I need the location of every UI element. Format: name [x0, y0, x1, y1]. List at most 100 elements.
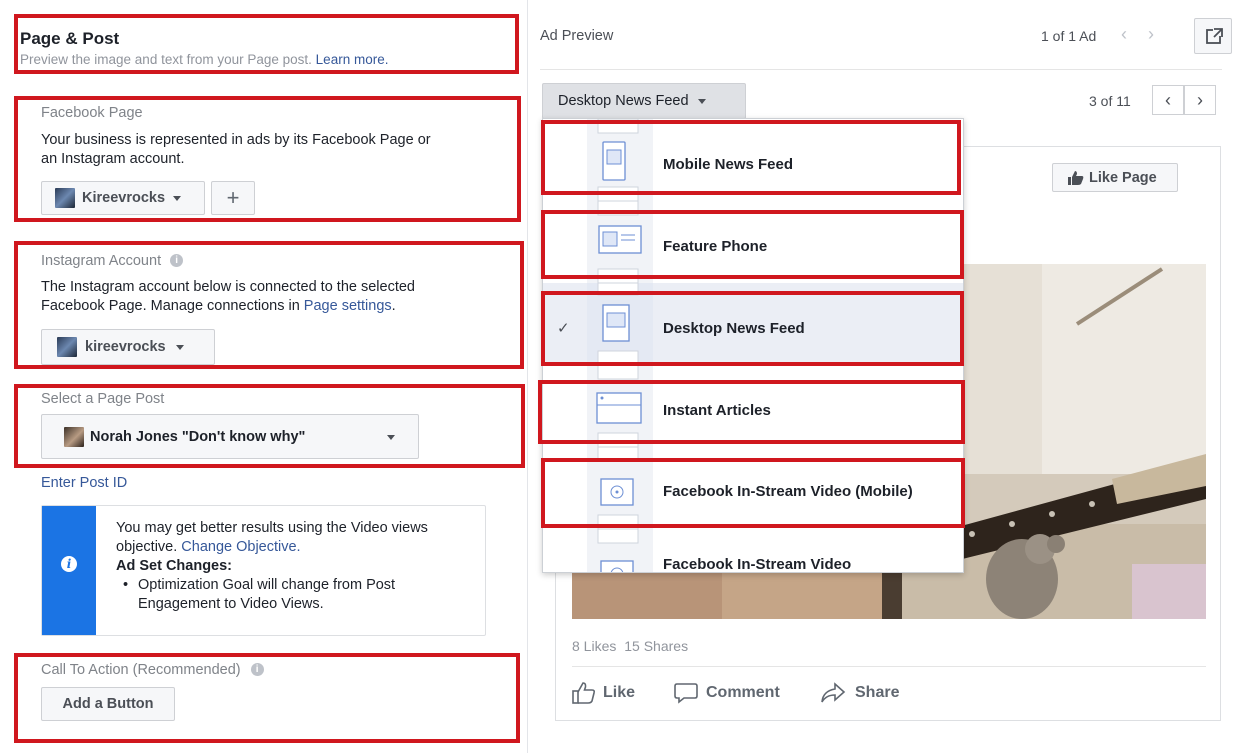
info-icon[interactable]: i — [170, 254, 184, 267]
add-a-button[interactable]: Add a Button — [41, 687, 175, 721]
bullet-line: Engagement to Video Views. — [138, 596, 324, 612]
menu-item-in-stream-video[interactable]: Facebook In-Stream Video — [543, 528, 963, 573]
info-icon[interactable]: i — [250, 663, 264, 676]
facebook-page-label: Facebook Page — [41, 105, 143, 121]
comment-icon — [674, 683, 698, 704]
enter-post-id-link[interactable]: Enter Post ID — [41, 475, 127, 491]
comment-action[interactable]: Comment — [674, 682, 780, 704]
menu-item-instant-articles[interactable]: Instant Articles — [543, 364, 963, 448]
chevron-left-icon: ‹ — [1165, 89, 1171, 110]
description-line: an Instagram account. — [41, 151, 185, 167]
instagram-avatar — [57, 337, 77, 357]
in-stream-video-icon — [597, 528, 639, 572]
menu-thumbnail — [587, 528, 653, 572]
likes-count: 8 Likes — [572, 638, 617, 654]
add-page-button[interactable]: + — [211, 181, 255, 215]
bullet-line: Optimization Goal will change from Post — [138, 577, 396, 593]
next-ad-icon[interactable]: › — [1148, 24, 1154, 45]
menu-item-label: Facebook In-Stream Video — [663, 556, 852, 573]
notice-line: You may get better results using the Vid… — [116, 520, 428, 536]
menu-thumbnail — [587, 200, 653, 284]
caret-down-icon — [697, 98, 706, 104]
change-objective-link[interactable]: Change Objective. — [181, 539, 300, 555]
previous-ad-icon[interactable]: ‹ — [1121, 24, 1127, 45]
left-panel: Page & Post Preview the image and text f… — [0, 0, 527, 753]
facebook-page-description: Your business is represented in ads by i… — [41, 131, 431, 169]
caret-down-icon — [175, 344, 184, 350]
description-line: Your business is represented in ads by i… — [41, 132, 431, 148]
desktop-feed-icon — [597, 282, 639, 366]
share-icon — [821, 682, 846, 703]
menu-item-label: Feature Phone — [663, 238, 768, 255]
page-post-select[interactable]: Norah Jones "Don't know why" — [41, 414, 419, 459]
menu-item-in-stream-mobile[interactable]: Facebook In-Stream Video (Mobile) — [543, 446, 963, 530]
like-page-button[interactable]: Like Page — [1052, 163, 1178, 192]
instagram-description: The Instagram account below is connected… — [41, 278, 415, 316]
comment-label: Comment — [706, 684, 780, 701]
page-avatar — [55, 188, 75, 208]
description-text: Facebook Page. Manage connections in — [41, 298, 300, 314]
description-period: . — [391, 298, 396, 314]
instagram-account-label: Instagram Account i — [41, 253, 184, 269]
notice-strip: i — [42, 506, 96, 635]
section-subtitle: Preview the image and text from your Pag… — [20, 52, 388, 67]
ad-preview-title: Ad Preview — [540, 28, 614, 44]
caret-down-icon — [173, 195, 182, 201]
mobile-feed-icon — [597, 119, 639, 202]
notice-text: objective. — [116, 539, 178, 555]
facebook-page-select[interactable]: Kireevrocks — [41, 181, 205, 215]
share-label: Share — [855, 684, 900, 701]
description-line: The Instagram account below is connected… — [41, 279, 415, 295]
chevron-right-icon: › — [1197, 89, 1203, 110]
header-divider — [540, 69, 1222, 70]
menu-item-feature-phone[interactable]: Feature Phone — [543, 200, 963, 284]
learn-more-link[interactable]: Learn more. — [316, 52, 389, 67]
instagram-label-text: Instagram Account — [41, 253, 162, 269]
like-icon — [572, 682, 596, 704]
previous-placement-button[interactable]: ‹ — [1152, 85, 1184, 115]
menu-item-label: Instant Articles — [663, 402, 771, 419]
page-post-label: Select a Page Post — [41, 391, 165, 407]
menu-item-desktop-news-feed[interactable]: ✓ Desktop News Feed — [543, 282, 963, 366]
like-label: Like — [603, 684, 636, 701]
page-post-value: Norah Jones "Don't know why" — [90, 428, 306, 445]
like-page-label: Like Page — [1089, 169, 1157, 186]
notice-line: objective. Change Objective. — [116, 538, 476, 557]
next-placement-button[interactable]: › — [1184, 85, 1216, 115]
menu-item-label: Mobile News Feed — [663, 156, 794, 173]
notice-content: You may get better results using the Vid… — [116, 519, 476, 614]
info-icon: i — [61, 556, 77, 572]
notice-heading: Ad Set Changes: — [116, 558, 233, 574]
menu-thumbnail — [587, 119, 653, 202]
menu-thumbnail — [587, 446, 653, 530]
placement-select[interactable]: Desktop News Feed — [542, 83, 746, 119]
like-action[interactable]: Like — [572, 682, 635, 704]
instant-articles-icon — [596, 364, 642, 448]
stats-divider — [572, 666, 1206, 667]
section-title: Page & Post — [20, 29, 120, 48]
post-stats: 8 Likes 15 Shares — [572, 638, 688, 654]
subtitle-text: Preview the image and text from your Pag… — [20, 52, 312, 67]
page-settings-link[interactable]: Page settings — [304, 298, 392, 314]
checkmark-icon: ✓ — [557, 320, 570, 337]
shares-count: 15 Shares — [624, 638, 689, 654]
share-action[interactable]: Share — [820, 682, 899, 704]
menu-item-mobile-news-feed[interactable]: Mobile News Feed — [543, 119, 963, 202]
feature-phone-icon — [597, 200, 642, 284]
caret-down-icon — [387, 435, 395, 440]
instagram-account-value: kireevrocks — [85, 339, 166, 355]
open-preview-button[interactable] — [1194, 18, 1232, 54]
cta-label-text: Call To Action (Recommended) — [41, 662, 241, 678]
placement-counter: 3 of 11 — [1089, 93, 1131, 109]
notice-bullet: • Optimization Goal will change from Pos… — [116, 576, 476, 614]
bullet-dot: • — [123, 577, 129, 593]
cta-label: Call To Action (Recommended) i — [41, 662, 264, 678]
in-stream-mobile-icon — [597, 446, 639, 530]
placement-dropdown-menu: Mobile News Feed Feature Phone ✓ Desktop… — [542, 118, 964, 573]
menu-item-label: Facebook In-Stream Video (Mobile) — [663, 483, 913, 500]
post-thumbnail — [64, 426, 84, 447]
external-link-icon — [1206, 28, 1223, 44]
video-views-notice: i You may get better results using the V… — [41, 505, 486, 636]
menu-thumbnail — [587, 364, 653, 448]
instagram-account-select[interactable]: kireevrocks — [41, 329, 215, 365]
